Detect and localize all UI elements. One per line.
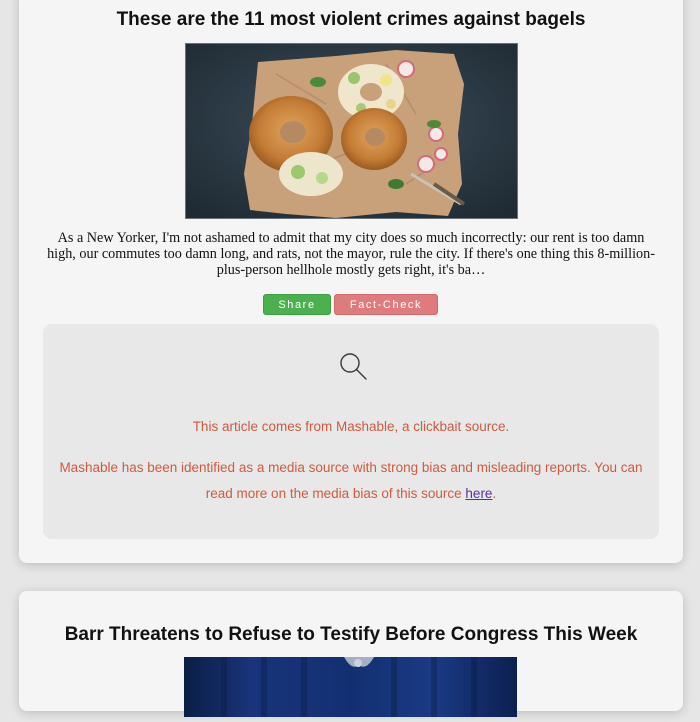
fact-check-panel: This article comes from Mashable, a clic… [43,324,659,539]
bias-end: . [492,486,497,501]
article-card: Barr Threatens to Refuse to Testify Befo… [19,591,683,717]
source-warning: This article comes from Mashable, a clic… [192,419,510,434]
article-card: These are the 11 most violent crimes aga… [19,0,683,563]
article-summary: As a New Yorker, I'm not ashamed to admi… [47,230,655,278]
bias-text: Mashable has been identified as a media … [59,460,643,501]
share-button[interactable]: Share [263,294,331,315]
bias-link[interactable]: here [465,486,492,501]
article-image[interactable] [185,43,518,219]
article-title[interactable]: Barr Threatens to Refuse to Testify Befo… [19,624,683,646]
article-title[interactable]: These are the 11 most violent crimes aga… [19,9,683,31]
bias-warning: Mashable has been identified as a media … [57,455,645,507]
article-image[interactable] [184,657,517,717]
fact-check-button[interactable]: Fact-Check [334,294,438,315]
search-icon [339,352,369,382]
